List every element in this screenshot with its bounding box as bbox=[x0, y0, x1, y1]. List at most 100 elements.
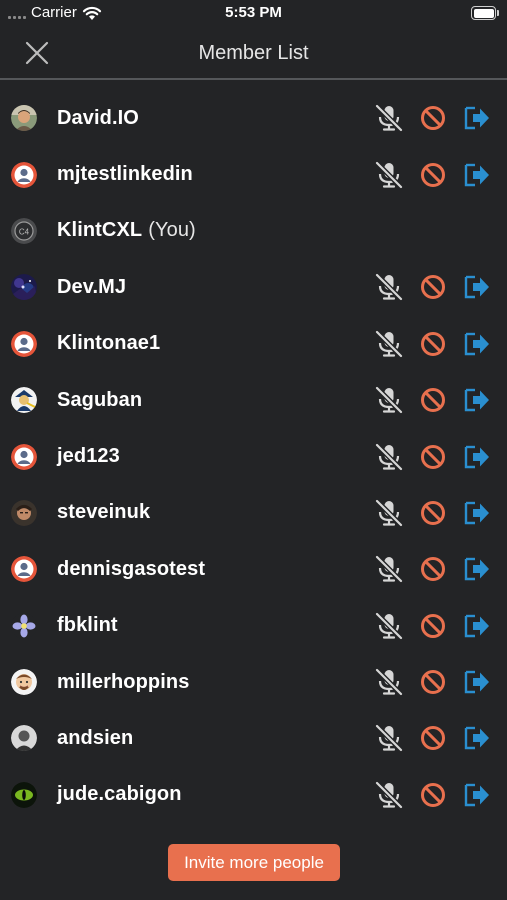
block-icon bbox=[419, 161, 447, 189]
member-row[interactable]: David.IO bbox=[0, 90, 507, 146]
member-name-text: fbklint bbox=[57, 614, 118, 637]
block-button[interactable] bbox=[415, 160, 451, 190]
member-row[interactable]: C4 KlintCXL (You) bbox=[0, 203, 507, 259]
block-button[interactable] bbox=[415, 442, 451, 472]
block-icon bbox=[419, 612, 447, 640]
member-actions bbox=[363, 103, 495, 133]
member-actions bbox=[363, 611, 495, 641]
mute-button[interactable] bbox=[371, 160, 407, 190]
kick-button[interactable] bbox=[459, 780, 495, 810]
avatar bbox=[11, 330, 37, 357]
avatar bbox=[11, 781, 37, 808]
kick-exit-icon bbox=[463, 444, 491, 470]
member-name-text: jude.cabigon bbox=[57, 783, 182, 806]
mute-button[interactable] bbox=[371, 667, 407, 697]
block-icon bbox=[419, 499, 447, 527]
block-button[interactable] bbox=[415, 329, 451, 359]
kick-exit-icon bbox=[463, 725, 491, 751]
member-row[interactable]: fbklint bbox=[0, 598, 507, 654]
member-actions bbox=[363, 160, 495, 190]
member-name: Klintonae1 bbox=[57, 332, 160, 355]
member-name: KlintCXL (You) bbox=[57, 219, 196, 242]
nav-bar: Member List bbox=[0, 26, 507, 80]
member-name: David.IO bbox=[57, 107, 139, 130]
member-name: Dev.MJ bbox=[57, 276, 126, 299]
block-icon bbox=[419, 386, 447, 414]
member-list-screen: Carrier 5:53 PM Member List David.IO mjte… bbox=[0, 0, 507, 900]
block-button[interactable] bbox=[415, 498, 451, 528]
block-icon bbox=[419, 668, 447, 696]
member-name-text: Dev.MJ bbox=[57, 275, 127, 298]
kick-button[interactable] bbox=[459, 103, 495, 133]
kick-button[interactable] bbox=[459, 385, 495, 415]
member-row[interactable]: mjtestlinkedin bbox=[0, 146, 507, 202]
status-bar: Carrier 5:53 PM bbox=[0, 0, 507, 26]
member-name-text: andsien bbox=[57, 726, 134, 749]
avatar bbox=[11, 669, 37, 696]
mute-button[interactable] bbox=[371, 780, 407, 810]
block-button[interactable] bbox=[415, 667, 451, 697]
block-button[interactable] bbox=[415, 611, 451, 641]
member-row[interactable]: millerhoppins bbox=[0, 654, 507, 710]
kick-button[interactable] bbox=[459, 554, 495, 584]
block-icon bbox=[419, 781, 447, 809]
avatar bbox=[11, 387, 37, 414]
member-row[interactable]: andsien bbox=[0, 710, 507, 766]
member-row[interactable]: Dev.MJ bbox=[0, 259, 507, 315]
mic-off-icon bbox=[373, 724, 405, 753]
mute-button[interactable] bbox=[371, 385, 407, 415]
kick-button[interactable] bbox=[459, 272, 495, 302]
block-button[interactable] bbox=[415, 385, 451, 415]
svg-text:C4: C4 bbox=[19, 227, 30, 236]
kick-button[interactable] bbox=[459, 329, 495, 359]
mute-button[interactable] bbox=[371, 329, 407, 359]
member-name-text: David.IO bbox=[57, 106, 139, 129]
kick-button[interactable] bbox=[459, 160, 495, 190]
mic-off-icon bbox=[373, 386, 405, 414]
kick-button[interactable] bbox=[459, 667, 495, 697]
battery-icon bbox=[471, 6, 499, 20]
block-icon bbox=[419, 104, 447, 132]
member-row[interactable]: jude.cabigon bbox=[0, 767, 507, 823]
member-name: andsien bbox=[57, 727, 133, 750]
kick-exit-icon bbox=[463, 782, 491, 808]
mute-button[interactable] bbox=[371, 272, 407, 302]
block-button[interactable] bbox=[415, 780, 451, 810]
mute-button[interactable] bbox=[371, 554, 407, 584]
member-row[interactable]: dennisgasotest bbox=[0, 541, 507, 597]
block-button[interactable] bbox=[415, 103, 451, 133]
member-row[interactable]: Saguban bbox=[0, 372, 507, 428]
kick-exit-icon bbox=[463, 613, 491, 639]
mute-button[interactable] bbox=[371, 498, 407, 528]
member-actions bbox=[363, 329, 495, 359]
member-row[interactable]: steveinuk bbox=[0, 485, 507, 541]
mic-off-icon bbox=[373, 555, 405, 584]
mic-off-icon bbox=[373, 442, 405, 471]
mute-button[interactable] bbox=[371, 103, 407, 133]
member-name-text: millerhoppins bbox=[57, 670, 190, 693]
invite-more-people-button[interactable]: Invite more people bbox=[168, 844, 340, 881]
mic-off-icon bbox=[373, 160, 405, 189]
kick-button[interactable] bbox=[459, 611, 495, 641]
member-actions bbox=[363, 667, 495, 697]
mute-button[interactable] bbox=[371, 442, 407, 472]
block-button[interactable] bbox=[415, 554, 451, 584]
block-button[interactable] bbox=[415, 723, 451, 753]
kick-button[interactable] bbox=[459, 442, 495, 472]
member-row[interactable]: jed123 bbox=[0, 428, 507, 484]
member-name-text: mjtestlinkedin bbox=[57, 163, 193, 186]
mute-button[interactable] bbox=[371, 723, 407, 753]
block-button[interactable] bbox=[415, 272, 451, 302]
member-row[interactable]: Klintonae1 bbox=[0, 316, 507, 372]
kick-button[interactable] bbox=[459, 723, 495, 753]
avatar: C4 bbox=[11, 217, 37, 244]
avatar bbox=[11, 274, 37, 301]
clock: 5:53 PM bbox=[225, 4, 282, 21]
kick-exit-icon bbox=[463, 162, 491, 188]
kick-button[interactable] bbox=[459, 498, 495, 528]
mute-button[interactable] bbox=[371, 611, 407, 641]
block-icon bbox=[419, 555, 447, 583]
block-icon bbox=[419, 330, 447, 358]
avatar bbox=[11, 443, 37, 470]
mic-off-icon bbox=[373, 611, 405, 640]
